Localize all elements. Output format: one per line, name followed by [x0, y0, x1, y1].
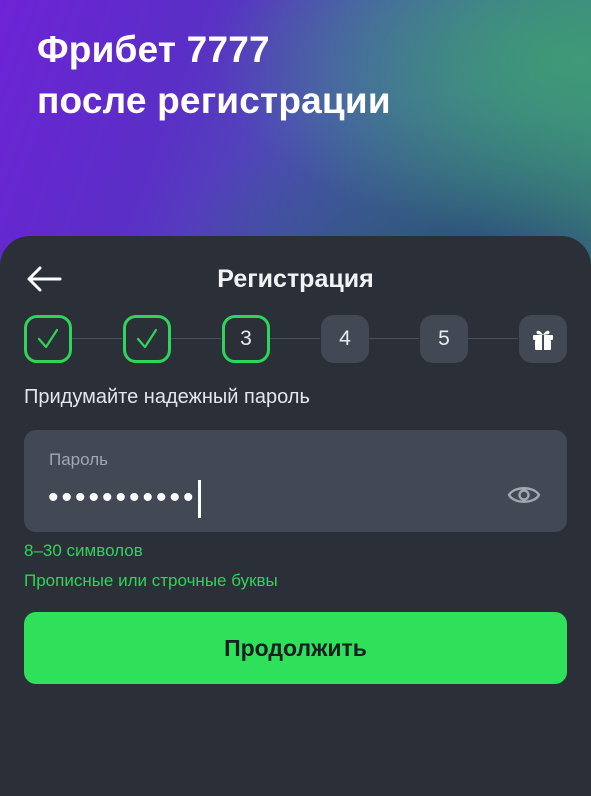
password-prompt: Придумайте надежный пароль	[24, 386, 310, 408]
gift-icon	[533, 330, 553, 350]
password-field[interactable]: Пароль •••••••••••	[24, 430, 567, 532]
text-caret	[197, 480, 201, 519]
check-icon	[37, 328, 59, 349]
step-number: 3	[240, 327, 252, 350]
step-number: 4	[339, 327, 351, 350]
continue-button[interactable]: Продолжить	[24, 612, 567, 684]
stepper-connector	[468, 338, 518, 339]
stepper-connector	[270, 338, 320, 339]
hint-length: 8–30 символов	[24, 541, 143, 560]
check-icon	[136, 328, 158, 349]
password-label: Пароль	[49, 450, 108, 469]
hint-letters: Прописные или строчные буквы	[24, 571, 278, 590]
promo-title-line2: после регистрации	[37, 80, 391, 121]
password-input[interactable]: •••••••••••	[48, 478, 201, 519]
page-title: Регистрация	[217, 265, 374, 293]
show-password-button[interactable]	[507, 478, 541, 512]
stepper-connector	[369, 338, 419, 339]
step-1	[24, 315, 72, 363]
promo-title-line1: Фрибет 7777	[37, 29, 270, 70]
promo-title: Фрибет 7777 после регистрации	[37, 24, 391, 126]
password-value: •••••••••••	[48, 481, 197, 514]
step-5: 5	[420, 315, 468, 363]
step-3: 3	[222, 315, 270, 363]
step-bonus	[519, 315, 567, 363]
step-4: 4	[321, 315, 369, 363]
stepper-connector	[72, 338, 122, 339]
stepper-connector	[171, 338, 221, 339]
step-2	[123, 315, 171, 363]
eye-icon	[507, 487, 541, 503]
step-number: 5	[438, 327, 450, 350]
